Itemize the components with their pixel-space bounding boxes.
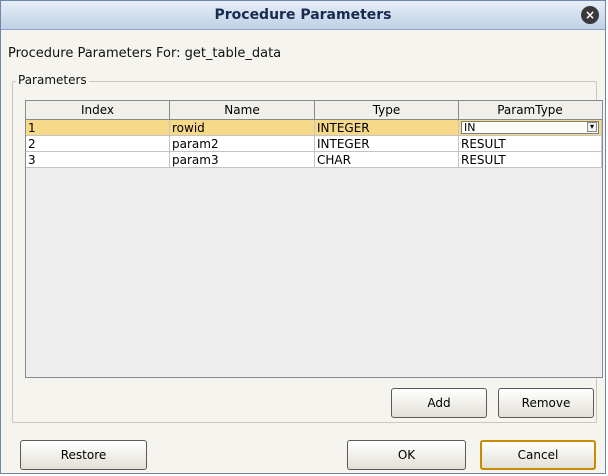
ok-button[interactable]: OK [347,440,466,470]
paramtype-select-value: IN [464,121,476,134]
remove-button[interactable]: Remove [498,388,594,418]
cell-type[interactable]: CHAR [315,152,459,168]
restore-button[interactable]: Restore [20,440,147,470]
cell-name[interactable]: rowid [170,120,315,136]
cell-type[interactable]: INTEGER [315,136,459,152]
cell-name[interactable]: param2 [170,136,315,152]
close-icon[interactable]: × [581,6,599,24]
column-header-name[interactable]: Name [170,101,315,119]
cell-index[interactable]: 3 [26,152,170,168]
table-row[interactable]: 2 param2 INTEGER RESULT [26,136,602,152]
table-row[interactable]: 1 rowid INTEGER IN ▾ [26,120,602,136]
column-header-type[interactable]: Type [315,101,459,119]
parameters-group-label: Parameters [16,73,89,87]
cell-paramtype[interactable]: RESULT [459,136,602,152]
add-button[interactable]: Add [391,388,487,418]
cell-paramtype[interactable]: RESULT [459,152,602,168]
cell-paramtype[interactable]: IN ▾ [459,120,602,136]
parameters-table[interactable]: Index Name Type ParamType 1 rowid INTEGE… [25,100,603,378]
cell-name[interactable]: param3 [170,152,315,168]
paramtype-select[interactable]: IN ▾ [461,121,599,134]
table-header: Index Name Type ParamType [26,101,602,120]
dropdown-arrow-icon[interactable]: ▾ [587,122,597,132]
column-header-index[interactable]: Index [26,101,170,119]
table-row[interactable]: 3 param3 CHAR RESULT [26,152,602,168]
cancel-button[interactable]: Cancel [480,440,596,470]
title-bar[interactable]: Procedure Parameters × [1,1,605,30]
cell-index[interactable]: 2 [26,136,170,152]
procedure-parameters-dialog: Procedure Parameters × Procedure Paramet… [0,0,606,474]
procedure-subtitle: Procedure Parameters For: get_table_data [8,46,282,61]
column-header-paramtype[interactable]: ParamType [459,101,601,119]
cell-index[interactable]: 1 [26,120,170,136]
cell-type[interactable]: INTEGER [315,120,459,136]
dialog-title: Procedure Parameters [214,7,392,23]
